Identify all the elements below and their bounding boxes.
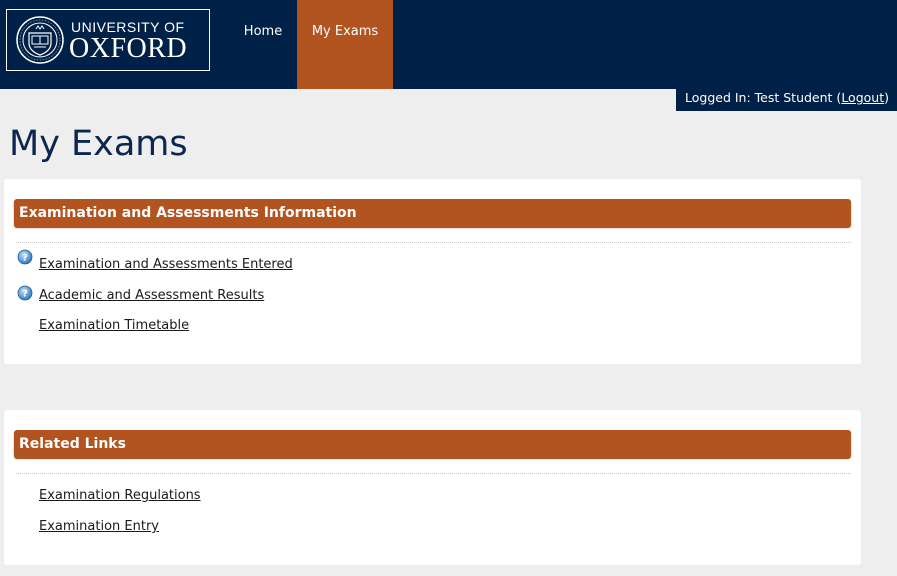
login-status-text: Logged In: Test Student ( (685, 90, 842, 105)
link-exam-regulations[interactable]: Examination Regulations (39, 488, 201, 503)
panel-divider (16, 473, 851, 474)
help-icon[interactable]: ? (17, 249, 33, 265)
link-exam-timetable[interactable]: Examination Timetable (39, 318, 189, 333)
svg-text:?: ? (22, 289, 28, 300)
oxford-logo[interactable]: UNIVERSITY OF OXFORD (6, 9, 210, 71)
login-status-close: ) (884, 90, 890, 105)
nav-my-exams[interactable]: My Exams (297, 0, 393, 89)
page-title: My Exams (9, 124, 188, 164)
link-exam-entry[interactable]: Examination Entry (39, 519, 159, 534)
help-icon[interactable]: ? (17, 285, 33, 301)
link-academic-results[interactable]: Academic and Assessment Results (39, 288, 264, 303)
logo-text-oxford: OXFORD (69, 33, 188, 64)
university-crest-icon (16, 16, 64, 64)
panel-header-related-links: Related Links (14, 430, 851, 458)
exam-info-panel: Examination and Assessments Information … (4, 179, 861, 364)
nav-home[interactable]: Home (230, 0, 296, 89)
login-status-bar: Logged In: Test Student (Logout) (676, 89, 897, 111)
svg-text:?: ? (22, 253, 28, 264)
top-bar: UNIVERSITY OF OXFORD Home My Exams (0, 0, 897, 89)
related-links-panel: Related Links Examination Regulations Ex… (4, 410, 861, 565)
panel-header-exam-info: Examination and Assessments Information (14, 199, 851, 227)
panel-divider (16, 242, 851, 243)
link-exams-entered[interactable]: Examination and Assessments Entered (39, 257, 293, 272)
logout-link[interactable]: Logout (841, 90, 884, 105)
